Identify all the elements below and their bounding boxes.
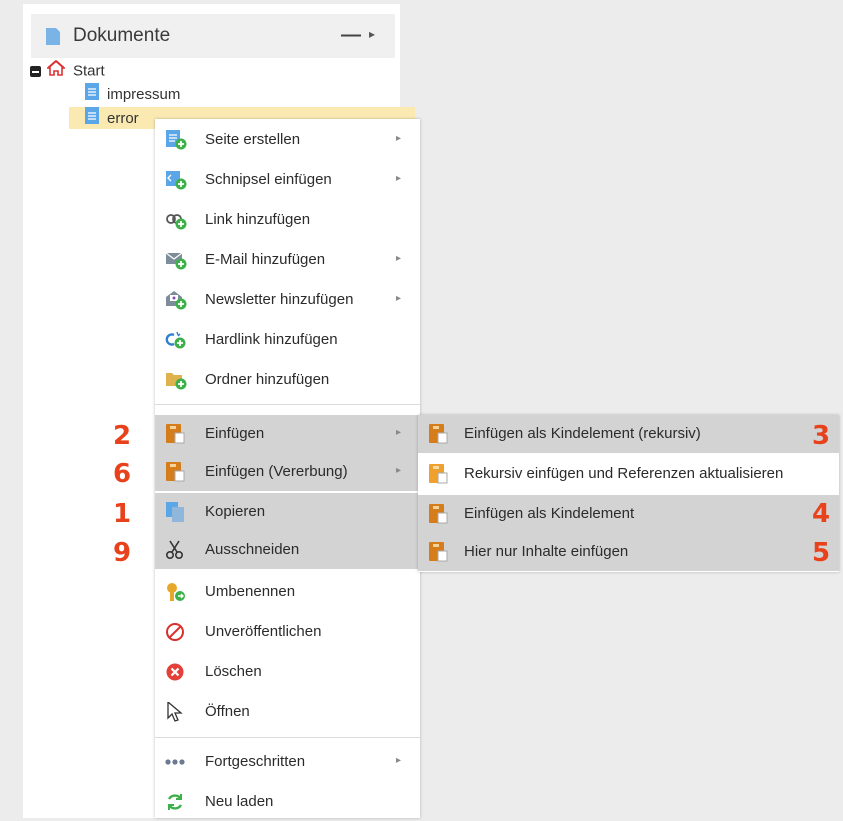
submenu-arrow-icon: ▸ bbox=[396, 465, 402, 476]
submenu-arrow-icon: ▸ bbox=[396, 253, 402, 264]
menu-item-delete[interactable]: Löschen bbox=[155, 653, 420, 691]
menu-item-unpublish[interactable]: Unveröffentlichen bbox=[155, 613, 420, 651]
unpublish-icon bbox=[165, 622, 187, 642]
paste-icon bbox=[428, 464, 450, 489]
submenu-arrow-icon: ▸ bbox=[396, 427, 402, 438]
delete-icon bbox=[165, 662, 187, 682]
email-add-icon bbox=[165, 250, 187, 270]
menu-item-copy[interactable]: Kopieren bbox=[155, 493, 420, 531]
tree-item-label: error bbox=[107, 110, 139, 127]
menu-item-paste-inherit[interactable]: Einfügen (Vererbung) ▸ bbox=[155, 453, 420, 491]
house-icon bbox=[45, 59, 67, 83]
document-icon bbox=[85, 107, 99, 131]
document-icon bbox=[85, 83, 99, 107]
annotation-number: 5 bbox=[812, 538, 831, 568]
annotation-number: 9 bbox=[113, 538, 132, 568]
snippet-add-icon bbox=[165, 170, 187, 190]
menu-item-rename[interactable]: Umbenennen bbox=[155, 573, 420, 611]
newsletter-add-icon bbox=[165, 290, 187, 310]
minimize-button[interactable]: — bbox=[341, 24, 361, 47]
page-add-icon bbox=[165, 130, 187, 150]
submenu-item-paste-contents-only[interactable]: Hier nur Inhalte einfügen bbox=[418, 533, 839, 571]
menu-item-cut[interactable]: Ausschneiden bbox=[155, 531, 420, 569]
tree-item-label: Start bbox=[73, 62, 105, 80]
menu-item-paste[interactable]: Einfügen ▸ bbox=[155, 415, 420, 453]
submenu-arrow-icon: ▸ bbox=[396, 133, 402, 144]
menu-item-add-link[interactable]: Link hinzufügen bbox=[155, 201, 420, 239]
context-menu: Seite erstellen ▸ Schnipsel einfügen ▸ L… bbox=[155, 119, 420, 818]
more-icon bbox=[165, 752, 187, 772]
copy-icon bbox=[165, 502, 187, 522]
paste-icon bbox=[165, 424, 187, 444]
menu-item-open[interactable]: Öffnen bbox=[155, 693, 420, 731]
paste-icon bbox=[428, 504, 450, 529]
menu-separator bbox=[155, 737, 420, 738]
paste-icon bbox=[428, 542, 450, 567]
paste-icon bbox=[428, 424, 450, 449]
submenu-arrow-icon: ▸ bbox=[396, 173, 402, 184]
menu-separator bbox=[155, 404, 420, 405]
submenu-arrow-icon: ▸ bbox=[396, 293, 402, 304]
tree-item-start[interactable]: Start bbox=[30, 59, 105, 83]
tree-item-label: impressum bbox=[107, 86, 181, 103]
annotation-number: 2 bbox=[113, 421, 132, 451]
submenu-arrow-icon: ▸ bbox=[396, 755, 402, 766]
tree-item-impressum[interactable]: impressum bbox=[85, 83, 180, 105]
menu-item-advanced[interactable]: Fortgeschritten ▸ bbox=[155, 743, 420, 781]
menu-item-insert-snippet[interactable]: Schnipsel einfügen ▸ bbox=[155, 161, 420, 199]
link-add-icon bbox=[165, 210, 187, 230]
rename-icon bbox=[165, 582, 187, 602]
document-icon bbox=[46, 28, 60, 50]
menu-item-add-folder[interactable]: Ordner hinzufügen bbox=[155, 361, 420, 399]
collapse-icon[interactable] bbox=[30, 66, 41, 77]
cursor-icon bbox=[165, 700, 187, 722]
submenu-item-paste-child[interactable]: Einfügen als Kindelement bbox=[418, 495, 839, 533]
menu-item-add-email[interactable]: E-Mail hinzufügen ▸ bbox=[155, 241, 420, 279]
paste-inherit-icon bbox=[165, 462, 187, 482]
submenu-item-paste-recursive-update[interactable]: Rekursiv einfügen und Referenzen aktuali… bbox=[418, 455, 839, 493]
menu-item-create-page[interactable]: Seite erstellen ▸ bbox=[155, 121, 420, 159]
annotation-number: 1 bbox=[113, 499, 132, 529]
menu-item-add-hardlink[interactable]: Hardlink hinzufügen bbox=[155, 321, 420, 359]
hardlink-add-icon bbox=[165, 330, 187, 350]
panel-header: Dokumente — ▸ bbox=[31, 14, 395, 58]
reload-icon bbox=[165, 792, 187, 812]
folder-add-icon bbox=[165, 370, 187, 390]
scissors-icon bbox=[165, 540, 187, 560]
paste-submenu: Einfügen als Kindelement (rekursiv) Reku… bbox=[418, 415, 839, 572]
menu-item-reload[interactable]: Neu laden bbox=[155, 783, 420, 821]
annotation-number: 3 bbox=[812, 421, 831, 451]
menu-item-add-newsletter[interactable]: Newsletter hinzufügen ▸ bbox=[155, 281, 420, 319]
panel-title: Dokumente bbox=[73, 25, 171, 46]
expand-button[interactable]: ▸ bbox=[369, 27, 375, 41]
annotation-number: 6 bbox=[113, 459, 132, 489]
submenu-item-paste-child-recursive[interactable]: Einfügen als Kindelement (rekursiv) bbox=[418, 415, 839, 453]
annotation-number: 4 bbox=[812, 499, 831, 529]
